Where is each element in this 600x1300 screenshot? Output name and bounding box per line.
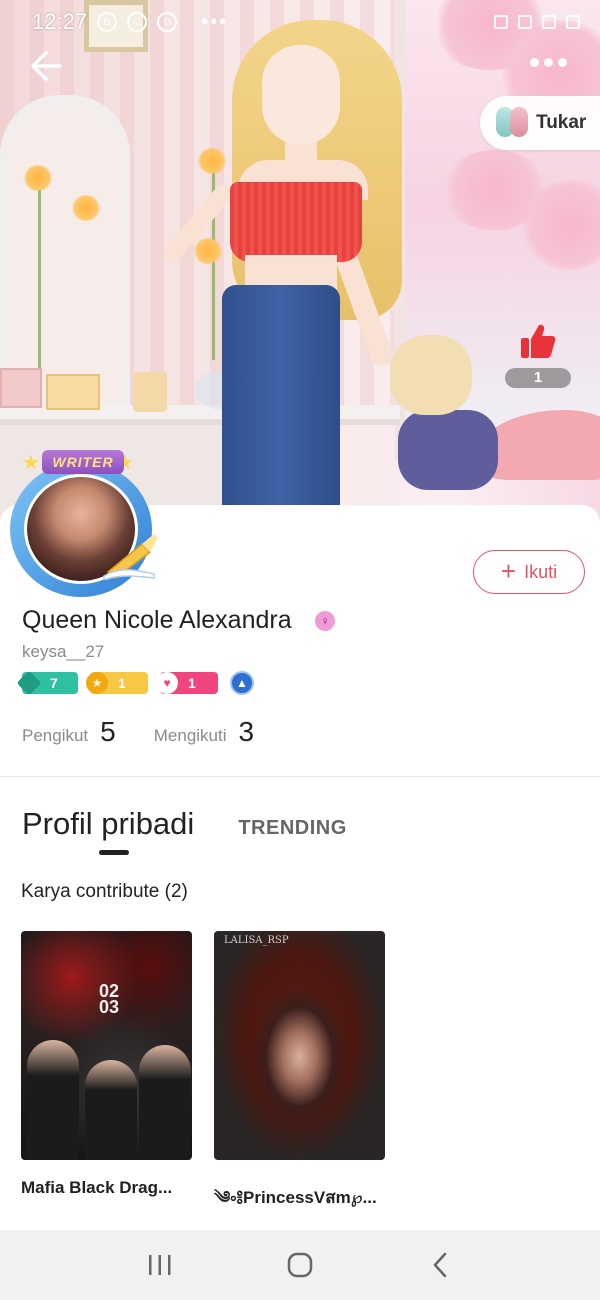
system-navigation-bar [0,1230,600,1300]
work-title: ༄༚༔PrincessVสm℘... [214,1188,377,1207]
profile-tabs: Profil pribadi TRENDING [22,806,347,842]
arrow-left-icon [31,51,62,81]
flower-stem [38,190,41,370]
status-time: 12:27 [32,9,88,34]
notification-icon: ☺ [157,12,178,32]
profile-badges: 7 ★ 1 ♥ 1 ▲ [16,670,254,696]
heart-icon: ♥ [156,672,178,694]
cat-plush-body [398,410,498,490]
notification-icon: ☺ [127,12,148,32]
more-options-icon[interactable] [530,58,567,67]
like-group: 1 [505,322,571,388]
plus-icon: + [500,556,517,586]
female-gender-icon: ♀ [315,611,335,631]
follow-button[interactable]: + Ikuti [473,550,585,594]
gift-box [46,374,100,410]
status-bar: 12:27 B ☺ ☺ ••• [0,0,600,44]
tab-trending[interactable]: TRENDING [238,817,346,840]
star-value: 1 [118,675,126,691]
active-tab-indicator [99,850,129,855]
more-notifications-icon: ••• [201,10,229,33]
work-card[interactable]: LALISA_RSP ༄༚༔PrincessVสm℘... [214,931,385,1226]
heart-value: 1 [188,675,196,691]
writer-badge: WRITER [42,450,124,474]
profile-username: keysa__27 [22,642,105,661]
like-count: 1 [505,368,571,388]
tab-personal-profile[interactable]: Profil pribadi [22,806,194,842]
followers-label[interactable]: Pengikut [22,726,88,746]
level-value: 7 [50,675,58,691]
following-count[interactable]: 3 [239,716,255,748]
section-divider [0,776,600,777]
back-icon [433,1252,447,1278]
profile-hero-background [0,0,600,520]
work-title: Mafia Black Drag... [21,1178,173,1197]
thumbs-up-icon[interactable] [519,322,557,360]
system-status-icons [494,15,580,29]
cover-text: 02 03 [99,981,120,1017]
avatar-pair-icon [496,105,530,141]
followers-count[interactable]: 5 [100,716,116,748]
follow-stats: Pengikut 5 Mengikuti 3 [22,716,254,748]
home-button[interactable] [280,1245,320,1285]
profile-avatar[interactable]: ★ ★ WRITER [2,450,162,600]
yellow-flower [192,238,224,264]
battery-icon [566,15,580,29]
works-list: 02 03 Mafia Black Drag... LALISA_RSP ༄༚༔… [21,931,385,1226]
star-badge[interactable]: ★ 1 [86,672,148,694]
system-back-button[interactable] [420,1245,460,1285]
profile-display-name: Queen Nicole Alexandra [22,606,292,634]
yellow-flower [22,165,54,191]
home-icon [287,1252,313,1278]
yellow-flower [70,195,102,221]
alarm-icon [494,15,508,29]
yellow-flower [196,148,228,174]
follow-label: Ikuti [524,561,558,582]
star-icon: ★ [86,672,108,694]
switch-avatar-label: Tukar [536,112,587,133]
signal-icon [542,15,556,29]
wifi-icon [518,15,532,29]
level-badge[interactable]: 7 [16,670,78,696]
avatar-character-jeans [222,285,340,520]
works-section-title: Karya contribute (2) [21,881,188,902]
brush-cup [133,372,167,412]
avatar-character-top [230,182,362,262]
vanity-mirror [0,95,130,415]
work-card[interactable]: 02 03 Mafia Black Drag... [21,931,192,1226]
heart-badge[interactable]: ♥ 1 [156,672,218,694]
recent-apps-button[interactable] [140,1245,180,1285]
switch-avatar-button[interactable]: Tukar [480,96,600,150]
quill-pen-icon [103,534,158,580]
work-cover-image: LALISA_RSP [214,931,385,1160]
avatar-character-face [262,45,340,145]
following-label[interactable]: Mengikuti [154,726,227,746]
recent-apps-icon [149,1255,171,1275]
back-button[interactable] [26,46,68,86]
water-drop-badge-icon[interactable]: ▲ [230,671,254,695]
star-icon: ★ [22,452,40,474]
cat-plush-head [390,335,472,415]
cover-watermark: LALISA_RSP [224,935,289,946]
notification-icon: B [97,12,118,32]
work-cover-image: 02 03 [21,931,192,1160]
jewelry-drawer [0,368,42,408]
